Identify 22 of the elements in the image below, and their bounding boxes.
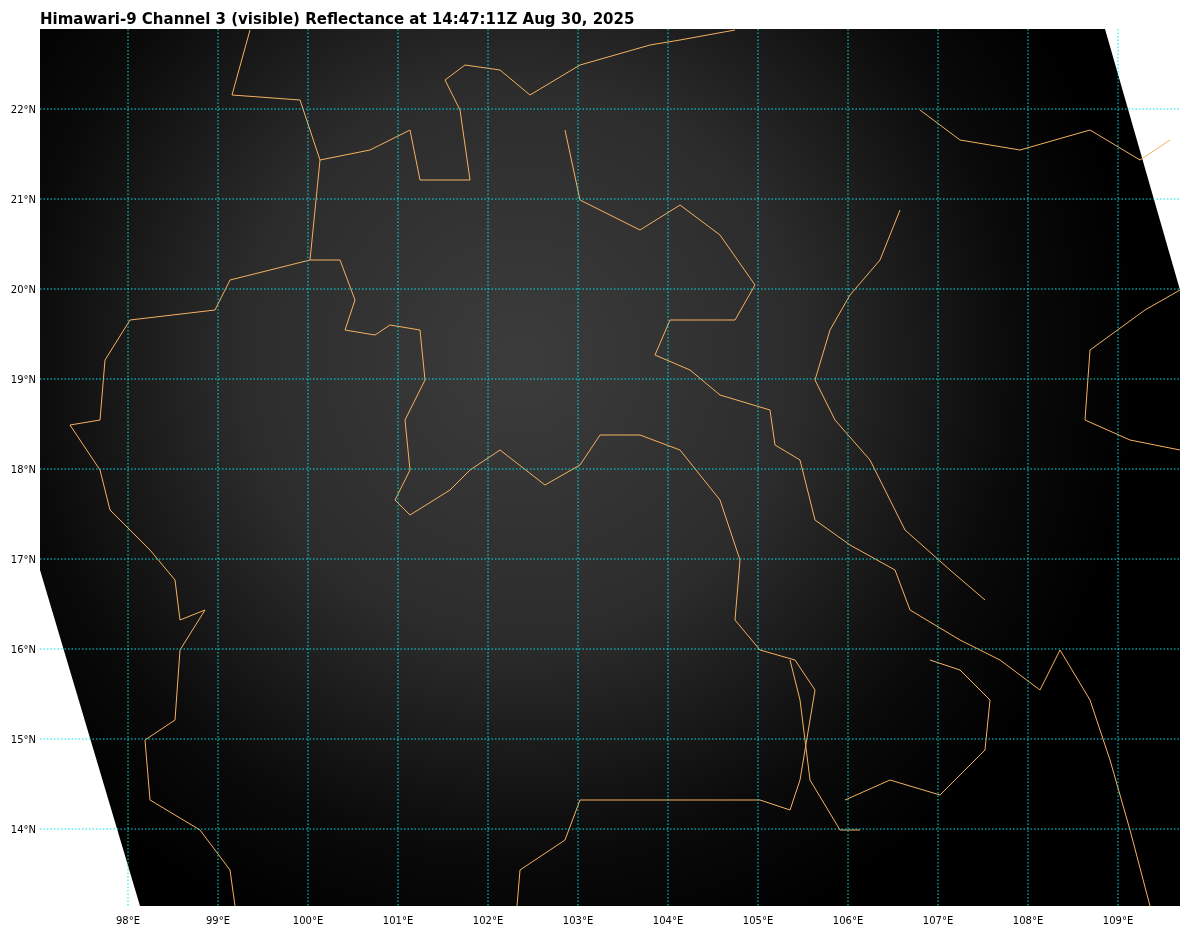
latitude-label: 17°N	[10, 554, 36, 565]
latitude-label: 19°N	[10, 374, 36, 385]
longitude-label: 108°E	[1012, 915, 1044, 926]
latitude-label: 21°N	[10, 194, 36, 205]
latitude-label: 16°N	[10, 644, 36, 655]
latitude-label: 20°N	[10, 284, 36, 295]
latitude-label: 18°N	[10, 464, 36, 475]
chart-title: Himawari-9 Channel 3 (visible) Reflectance at 14:47:11Z Aug 30, 2025	[40, 10, 635, 28]
longitude-label: 105°E	[742, 915, 774, 926]
longitude-label: 103°E	[562, 915, 594, 926]
longitude-label: 98°E	[116, 915, 140, 926]
longitude-label: 104°E	[652, 915, 684, 926]
latitude-label: 15°N	[10, 734, 36, 745]
latitude-label: 14°N	[10, 824, 36, 835]
longitude-label: 109°E	[1102, 915, 1134, 926]
longitude-label: 99°E	[206, 915, 230, 926]
longitude-label: 101°E	[382, 915, 414, 926]
longitude-label: 100°E	[292, 915, 324, 926]
longitude-label: 106°E	[832, 915, 864, 926]
latitude-label: 22°N	[10, 104, 36, 115]
longitude-label: 107°E	[922, 915, 954, 926]
longitude-label: 102°E	[472, 915, 504, 926]
